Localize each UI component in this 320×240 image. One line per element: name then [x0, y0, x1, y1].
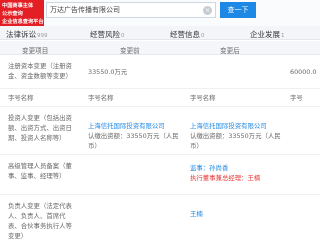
tab-business[interactable]: 经营信息0	[170, 29, 205, 40]
tab-business-count: 0	[201, 33, 205, 39]
tab-risk-count: 0	[121, 33, 125, 39]
row-before-detail: 认缴出资额：33550万元（人民币）	[88, 132, 179, 150]
logo-line-3: 企业信息查询平台	[2, 19, 44, 25]
table-row: 字号名称 字号名称 字号名称 字号	[0, 89, 320, 107]
row-after-wrap: 上海信托国际投资有限公司 认缴出资额：33550万元（人民币）	[190, 121, 290, 151]
search-button[interactable]: 查一下	[220, 2, 256, 18]
logo-line-2: 公示查询	[2, 11, 23, 17]
tab-legal-count: 999	[37, 33, 48, 39]
header-item: 变更项目	[22, 47, 49, 55]
top-bar: 中国商事主体 公示查询 企业信息查询平台 万达广告传播有限公司 × 查一下	[0, 0, 320, 26]
person-link-red[interactable]: 执行董事兼总经理：王楠	[190, 173, 290, 183]
row-item: 负责人变更（法定代表人、负责人、首席代表、合伙事务执行人等变更）	[8, 202, 72, 240]
row-after: 王楠	[190, 209, 290, 219]
header-before: 变更前	[120, 47, 140, 55]
row-before: 33550.0万元	[88, 68, 128, 76]
tab-bar: 法律诉讼999 经营风险0 经营信息0 企业发展1	[0, 26, 320, 40]
table-header: 变更项目 变更前 变更后	[0, 41, 320, 55]
row-item: 字号名称	[8, 94, 34, 102]
header-after: 变更后	[220, 47, 240, 55]
table-row: 负责人变更（法定代表人、负责人、首席代表、合伙事务执行人等变更） 王楠	[0, 195, 320, 240]
row-item: 投资人变更（包括出资额、出资方式、出资日期、投资人名称等）	[8, 114, 72, 142]
tab-business-label: 经营信息	[170, 30, 200, 39]
person-link[interactable]: 王楠	[190, 210, 203, 218]
table-row: 投资人变更（包括出资额、出资方式、出资日期、投资人名称等） 上海信托国际投资有限…	[0, 107, 320, 155]
tab-risk[interactable]: 经营风险0	[90, 29, 125, 40]
logo-line-1: 中国商事主体	[2, 3, 34, 9]
tab-development-label: 企业发展	[250, 30, 280, 39]
tab-development-count: 1	[281, 33, 285, 39]
tab-development[interactable]: 企业发展1	[250, 29, 285, 40]
row-item: 高级管理人员备案（董事、监事、经理等）	[8, 162, 72, 180]
row-before-wrap: 上海信托国际投资有限公司 认缴出资额：33550万元（人民币）	[88, 121, 188, 151]
search-input-value: 万达广告传播有限公司	[50, 6, 120, 14]
tab-legal[interactable]: 法律诉讼999	[6, 29, 48, 40]
clear-icon[interactable]: ×	[203, 6, 212, 15]
row-far: 字号	[290, 94, 303, 102]
company-link[interactable]: 上海信托国际投资有限公司	[88, 121, 188, 131]
tab-legal-label: 法律诉讼	[6, 30, 36, 39]
row-before: 字号名称	[88, 94, 114, 102]
person-link[interactable]: 监事：孙尚香	[190, 163, 290, 173]
brand-logo[interactable]: 中国商事主体 公示查询 企业信息查询平台	[0, 0, 44, 26]
row-after-detail: 认缴出资额：33550万元（人民币）	[190, 132, 281, 150]
tab-risk-label: 经营风险	[90, 30, 120, 39]
row-far: 60000.0	[290, 68, 317, 76]
row-item: 注册资本变更（注册资金、资金数额等变更）	[8, 62, 72, 80]
company-link[interactable]: 上海信托国际投资有限公司	[190, 121, 290, 131]
row-after-wrap: 监事：孙尚香 执行董事兼总经理：王楠	[190, 163, 290, 183]
table-row: 注册资本变更（注册资金、资金数额等变更） 33550.0万元 60000.0	[0, 57, 320, 89]
search-input[interactable]: 万达广告传播有限公司 ×	[46, 2, 216, 18]
table-row: 高级管理人员备案（董事、监事、经理等） 监事：孙尚香 执行董事兼总经理：王楠	[0, 155, 320, 195]
row-after: 字号名称	[190, 94, 216, 102]
